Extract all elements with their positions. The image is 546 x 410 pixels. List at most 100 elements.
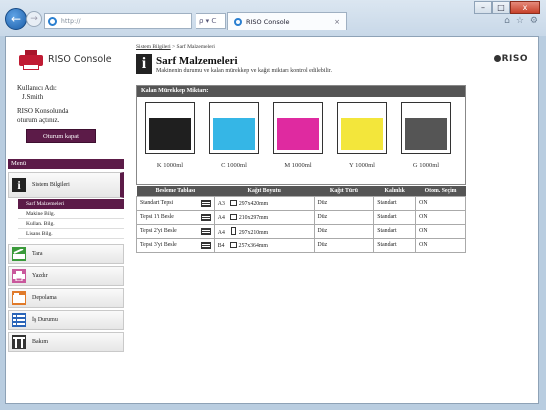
menu-item-label: Depolama <box>32 295 57 301</box>
submenu-license-info[interactable]: Lisans Bilg. <box>18 229 124 239</box>
paper-orientation-icon <box>229 199 237 206</box>
window-controls: – □ x <box>474 1 540 14</box>
scan-icon <box>12 247 26 261</box>
paper-feed-table: Besleme Tablası Kağıt Boyutu Kağıt Türü … <box>136 186 466 253</box>
job-status-icon <box>12 313 26 327</box>
menu-header: Menü <box>8 159 124 169</box>
thickness-cell: Standart <box>373 223 417 239</box>
menu-item-system-info[interactable]: i Sistem Bilgileri <box>8 172 124 198</box>
auto-select-cell: ON <box>415 237 466 253</box>
paper-size-cell: A4 297x210mm <box>213 223 315 239</box>
feed-tray-cell: Tepsi 2'yi Besle <box>136 223 215 239</box>
ink-cartridge-2 <box>273 102 323 154</box>
ink-cartridge-3 <box>337 102 387 154</box>
col-paper-size: Kağıt Boyutu <box>214 186 315 196</box>
table-row: Tepsi 3'yi Besle B4 257x364mm Düz Standart ON <box>136 237 466 253</box>
printer-icon <box>19 50 43 72</box>
info-icon: i <box>136 54 152 74</box>
paper-type-cell: Düz <box>313 209 375 225</box>
col-paper-type: Kağıt Türü <box>314 186 374 196</box>
tray-icon <box>200 213 211 221</box>
ink-panel-header: Kalan Mürekkep Miktarı: <box>137 86 465 97</box>
page-description: Makinenin durumu ve kalan mürekkep ve ka… <box>156 68 332 74</box>
minimize-button[interactable]: – <box>474 1 492 14</box>
ink-cartridge-4 <box>401 102 451 154</box>
col-feed-tray: Besleme Tablası <box>136 186 215 196</box>
table-row: Tepsi 2'yi Besle A4 297x210mm Düz Standart ON <box>136 223 466 239</box>
ink-level-fill <box>213 118 255 150</box>
riso-console-logo: RISO Console <box>8 44 124 80</box>
ink-level-fill <box>277 118 319 150</box>
submenu-consumables[interactable]: Sarf Malzemeleri <box>18 199 124 209</box>
ink-label: M 1000ml <box>284 162 312 169</box>
ink-label: C 1000ml <box>221 162 247 169</box>
paper-orientation-icon <box>229 241 237 248</box>
forward-button[interactable]: → <box>26 11 42 27</box>
menu-item-label: Sistem Bilgileri <box>32 182 70 188</box>
ink-level-fill <box>341 118 383 150</box>
user-label: Kullanıcı Adı: <box>17 84 57 92</box>
menu-item-job-status[interactable]: İş Durumu <box>8 310 124 330</box>
logout-button[interactable]: Oturum kapat <box>26 129 96 143</box>
address-tools[interactable]: ρ ▾ ᑕ <box>196 13 226 29</box>
ie-icon <box>48 16 57 26</box>
auto-select-cell: ON <box>415 223 466 239</box>
table-row: Tepsi 1'i Besle A4 210x297mm Düz Standart ON <box>136 209 466 225</box>
paper-size-cell: A4 210x297mm <box>213 209 315 225</box>
menu-item-label: Tara <box>32 251 43 257</box>
menu-item-label: Yazdır <box>32 273 48 279</box>
menu-item-maintenance[interactable]: Bakım <box>8 332 124 352</box>
riso-brand-logo: RISO <box>493 54 528 64</box>
menu-item-scan[interactable]: Tara <box>8 244 124 264</box>
maintenance-icon <box>12 335 26 349</box>
home-icon[interactable]: ⌂ <box>504 16 510 26</box>
sidebar: RISO Console Kullanıcı Adı: J.Smith RISO… <box>8 38 124 398</box>
paper-type-cell: Düz <box>313 195 375 211</box>
tray-icon <box>200 199 211 207</box>
paper-type-cell: Düz <box>313 223 375 239</box>
close-window-button[interactable]: x <box>510 1 540 14</box>
ink-level-fill <box>405 118 447 150</box>
thickness-cell: Standart <box>373 209 417 225</box>
ink-remaining-panel: Kalan Mürekkep Miktarı: K 1000ml C 1000ml… <box>136 85 466 185</box>
console-line-1: RISO Konsolunda <box>17 107 69 115</box>
address-bar[interactable]: http:// <box>44 13 192 29</box>
maximize-button[interactable]: □ <box>492 1 510 14</box>
ie-tab-icon <box>234 17 242 26</box>
ink-label: K 1000ml <box>156 162 184 169</box>
logo-text: RISO Console <box>48 54 112 65</box>
browser-titlebar: – □ x ← → http:// ρ ▾ ᑕ RISO Console × ⌂… <box>0 0 546 36</box>
auto-select-cell: ON <box>415 209 466 225</box>
back-button[interactable]: ← <box>5 8 27 30</box>
favorites-icon[interactable]: ☆ <box>516 16 524 26</box>
feed-tray-cell: Tepsi 1'i Besle <box>136 209 215 225</box>
menu-item-storage[interactable]: Depolama <box>8 288 124 308</box>
tray-icon <box>200 241 211 249</box>
paper-orientation-icon <box>229 213 237 220</box>
menu-item-label: Bakım <box>32 339 48 345</box>
thickness-cell: Standart <box>373 195 417 211</box>
user-name: J.Smith <box>22 92 44 101</box>
paper-size-cell: A3 297x420mm <box>213 195 315 211</box>
breadcrumb-system-info-link[interactable]: Sistem Bilgileri <box>136 44 171 50</box>
thickness-cell: Standart <box>373 237 417 253</box>
settings-gear-icon[interactable]: ⚙ <box>530 16 538 26</box>
tab-close-icon[interactable]: × <box>334 18 340 26</box>
submenu-user-info[interactable]: Kullan. Bilg. <box>18 219 124 229</box>
info-icon: i <box>12 178 26 192</box>
paper-orientation-icon <box>230 226 236 235</box>
browser-toolbar-icons: ⌂ ☆ ⚙ <box>504 16 538 26</box>
paper-size-cell: B4 257x364mm <box>213 237 315 253</box>
feed-tray-cell: Standart Tepsi <box>136 195 215 211</box>
print-icon <box>12 269 26 283</box>
ink-label: G 1000ml <box>412 162 440 169</box>
main-content: Sistem Bilgileri > Sarf Malzemeleri i Sa… <box>132 38 532 398</box>
col-thickness: Kalınlık <box>373 186 416 196</box>
feed-table-header: Besleme Tablası Kağıt Boyutu Kağıt Türü … <box>136 186 466 196</box>
submenu-machine-info[interactable]: Makine Bilg. <box>18 209 124 219</box>
menu-item-print[interactable]: Yazdır <box>8 266 124 286</box>
tab-riso-console[interactable]: RISO Console × <box>227 12 347 30</box>
auto-select-cell: ON <box>415 195 466 211</box>
col-auto-select: Otom. Seçim <box>415 186 466 196</box>
tab-title: RISO Console <box>246 17 290 26</box>
